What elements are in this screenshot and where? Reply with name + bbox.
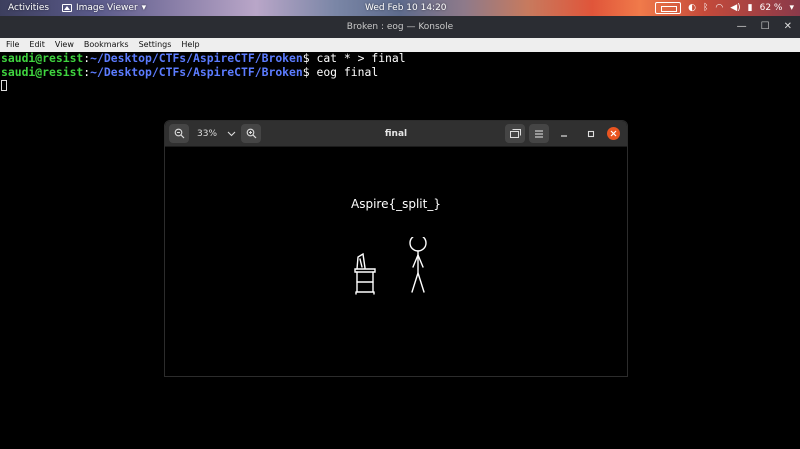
konsole-titlebar[interactable]: Broken : eog — Konsole — ☐ ✕ <box>0 16 800 38</box>
power-menu-icon[interactable]: ▾ <box>789 0 794 16</box>
zoom-out-icon <box>174 128 184 139</box>
top-bar: Activities Image Viewer ▾ Wed Feb 10 14:… <box>0 0 800 16</box>
terminal-line: saudi@resist:~/Desktop/CTFs/AspireCTF/Br… <box>1 51 800 66</box>
minimize-icon <box>561 134 567 137</box>
chevron-down-icon: ▾ <box>141 3 147 13</box>
image-viewer-icon <box>62 4 72 12</box>
command-text: cat * > final <box>316 51 406 65</box>
menu-view[interactable]: View <box>55 38 74 52</box>
image-flag-text: Aspire{_split_} <box>351 197 441 211</box>
menu-bookmarks[interactable]: Bookmarks <box>84 38 129 52</box>
system-tray[interactable]: ◐ ᛒ ◠ ◀) ▮ 62 % ▾ <box>655 0 794 16</box>
menu-file[interactable]: File <box>6 38 19 52</box>
battery-icon[interactable]: ▮ <box>748 0 753 16</box>
close-button[interactable] <box>607 127 620 140</box>
computer-drawing <box>354 252 376 295</box>
terminal-line <box>1 79 800 93</box>
menu-edit[interactable]: Edit <box>29 38 45 52</box>
image-viewer-headerbar[interactable]: final 33% <box>165 121 627 147</box>
konsole-close-icon[interactable]: ✕ <box>784 16 792 38</box>
zoom-dropdown-button[interactable] <box>221 124 241 143</box>
clock[interactable]: Wed Feb 10 14:20 <box>365 0 447 16</box>
prompt-user: saudi@resist <box>1 51 84 65</box>
bluetooth-icon[interactable]: ᛒ <box>703 0 708 16</box>
gallery-button[interactable] <box>505 124 525 143</box>
battery-percentage[interactable]: 62 % <box>760 0 783 16</box>
stick-figure <box>409 237 427 293</box>
zoom-in-button[interactable] <box>241 124 261 143</box>
chevron-down-icon <box>227 131 235 136</box>
gallery-icon <box>509 129 521 138</box>
menu-help[interactable]: Help <box>181 38 199 52</box>
prompt-path: ~/Desktop/CTFs/AspireCTF/Broken <box>90 64 303 79</box>
konsole-maximize-icon[interactable]: ☐ <box>761 16 770 38</box>
wifi-icon[interactable]: ◠ <box>715 0 723 16</box>
prompt-symbol: $ <box>302 64 317 79</box>
stick-figure-drawing <box>354 237 427 295</box>
close-icon <box>610 130 617 137</box>
minimize-button[interactable] <box>556 124 572 143</box>
maximize-button[interactable] <box>583 124 599 143</box>
menu-settings[interactable]: Settings <box>139 38 172 52</box>
hamburger-icon <box>535 129 543 138</box>
konsole-window-title: Broken : eog — Konsole <box>346 22 454 32</box>
app-menu-label: Image Viewer <box>76 3 138 13</box>
activities-button[interactable]: Activities <box>8 0 49 16</box>
terminal-line: saudi@resist:~/Desktop/CTFs/AspireCTF/Br… <box>1 64 800 80</box>
screen-share-icon[interactable] <box>655 2 682 14</box>
prompt-symbol: $ <box>302 51 317 65</box>
prompt-path: ~/Desktop/CTFs/AspireCTF/Broken <box>90 51 303 65</box>
app-menu[interactable]: Image Viewer ▾ <box>62 0 146 16</box>
zoom-in-icon <box>246 128 256 139</box>
image-canvas[interactable]: Aspire{_split_} <box>165 147 627 376</box>
konsole-minimize-icon[interactable]: — <box>737 16 747 38</box>
command-text: eog final <box>316 64 379 79</box>
image-viewer-window[interactable]: final 33% Aspire{_split_} <box>164 120 628 377</box>
zoom-out-button[interactable] <box>169 124 189 143</box>
hamburger-menu-button[interactable] <box>529 124 549 143</box>
network-icon[interactable]: ◐ <box>688 0 696 16</box>
konsole-menubar: File Edit View Bookmarks Settings Help <box>0 38 800 52</box>
prompt-user: saudi@resist <box>1 64 84 79</box>
maximize-icon <box>587 130 595 137</box>
terminal-cursor <box>1 80 7 91</box>
volume-icon[interactable]: ◀) <box>730 0 740 16</box>
